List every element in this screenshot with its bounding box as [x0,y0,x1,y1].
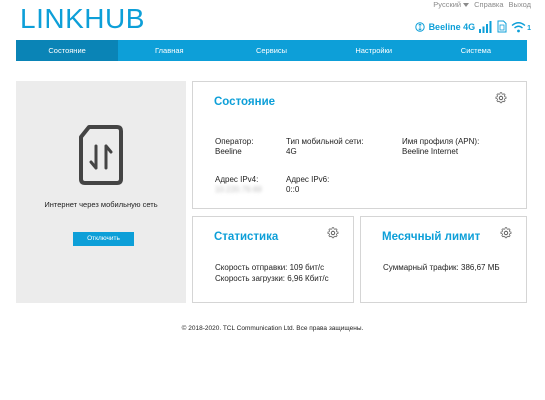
network-type-field: Тип мобильной сети: 4G [286,137,364,157]
apn-value: Beeline Internet [402,147,459,156]
logo-link-text: LINK [20,3,85,34]
language-select[interactable]: Русский [433,0,470,9]
status-card: Состояние Оператор: Beeline Тип мобильно… [192,81,527,209]
status-bar: Beeline 4G 1 [414,20,531,33]
main-nav: Состояние Главная Сервисы Настройки Сист… [16,40,527,61]
tab-system[interactable]: Система [425,40,527,61]
connection-label: Интернет через мобильную сеть [44,200,158,209]
apn-label: Имя профиля (APN): [402,137,480,146]
roaming-info-icon [414,21,425,32]
download-speed: Скорость загрузки: 6,96 Кбит/с [215,274,329,283]
network-type-value: 4G [286,147,297,156]
ipv6-value: 0::0 [286,185,300,194]
carrier-label: Beeline 4G [428,21,476,32]
operator-field: Оператор: Beeline [215,137,253,157]
apn-field: Имя профиля (APN): Beeline Internet [402,137,479,157]
status-card-title: Состояние [214,96,276,108]
connection-panel: Интернет через мобильную сеть Отключить [16,81,186,303]
language-label: Русский [433,0,462,9]
sim-icon [497,20,507,33]
statistics-card-title: Статистика [214,231,279,243]
signal-icon [479,20,492,33]
chevron-down-icon [463,3,470,8]
operator-value: Beeline [215,147,242,156]
ipv4-field: Адрес IPv4: 10.220.79.69 [215,175,262,195]
statistics-card: Статистика Скорость отправки: 109 бит/с … [192,216,354,303]
tab-home[interactable]: Главная [118,40,220,61]
total-traffic: Суммарный трафик: 386,67 МБ [383,263,500,272]
gear-icon[interactable] [495,92,507,104]
mobile-data-sim-icon [79,125,123,185]
linkhub-logo: LINKHUB [20,3,145,35]
network-type-label: Тип мобильной сети: [286,137,364,146]
wifi-icon [511,21,526,32]
help-link[interactable]: Справка [474,0,503,9]
monthly-limit-card: Месячный лимит Суммарный трафик: 386,67 … [360,216,527,303]
logo-hub-text: HUB [84,3,145,34]
upload-speed: Скорость отправки: 109 бит/с [215,263,325,272]
wifi-clients-count: 1 [527,25,531,32]
tab-services[interactable]: Сервисы [220,40,322,61]
tab-status[interactable]: Состояние [16,40,119,61]
operator-label: Оператор: [215,137,254,146]
tab-settings[interactable]: Настройки [323,40,425,61]
gear-icon[interactable] [327,227,339,239]
logout-link[interactable]: Выход [509,0,531,9]
ipv4-label: Адрес IPv4: [215,175,259,184]
footer-copyright: © 2018-2020. TCL Communication Ltd. Все … [181,325,364,332]
disconnect-button[interactable]: Отключить [73,232,134,246]
ipv6-field: Адрес IPv6: 0::0 [286,175,329,195]
monthly-limit-card-title: Месячный лимит [382,231,481,243]
gear-icon[interactable] [500,227,512,239]
top-links: Русский Справка Выход [433,0,531,9]
ipv6-label: Адрес IPv6: [286,175,330,184]
ipv4-value: 10.220.79.69 [215,185,262,194]
